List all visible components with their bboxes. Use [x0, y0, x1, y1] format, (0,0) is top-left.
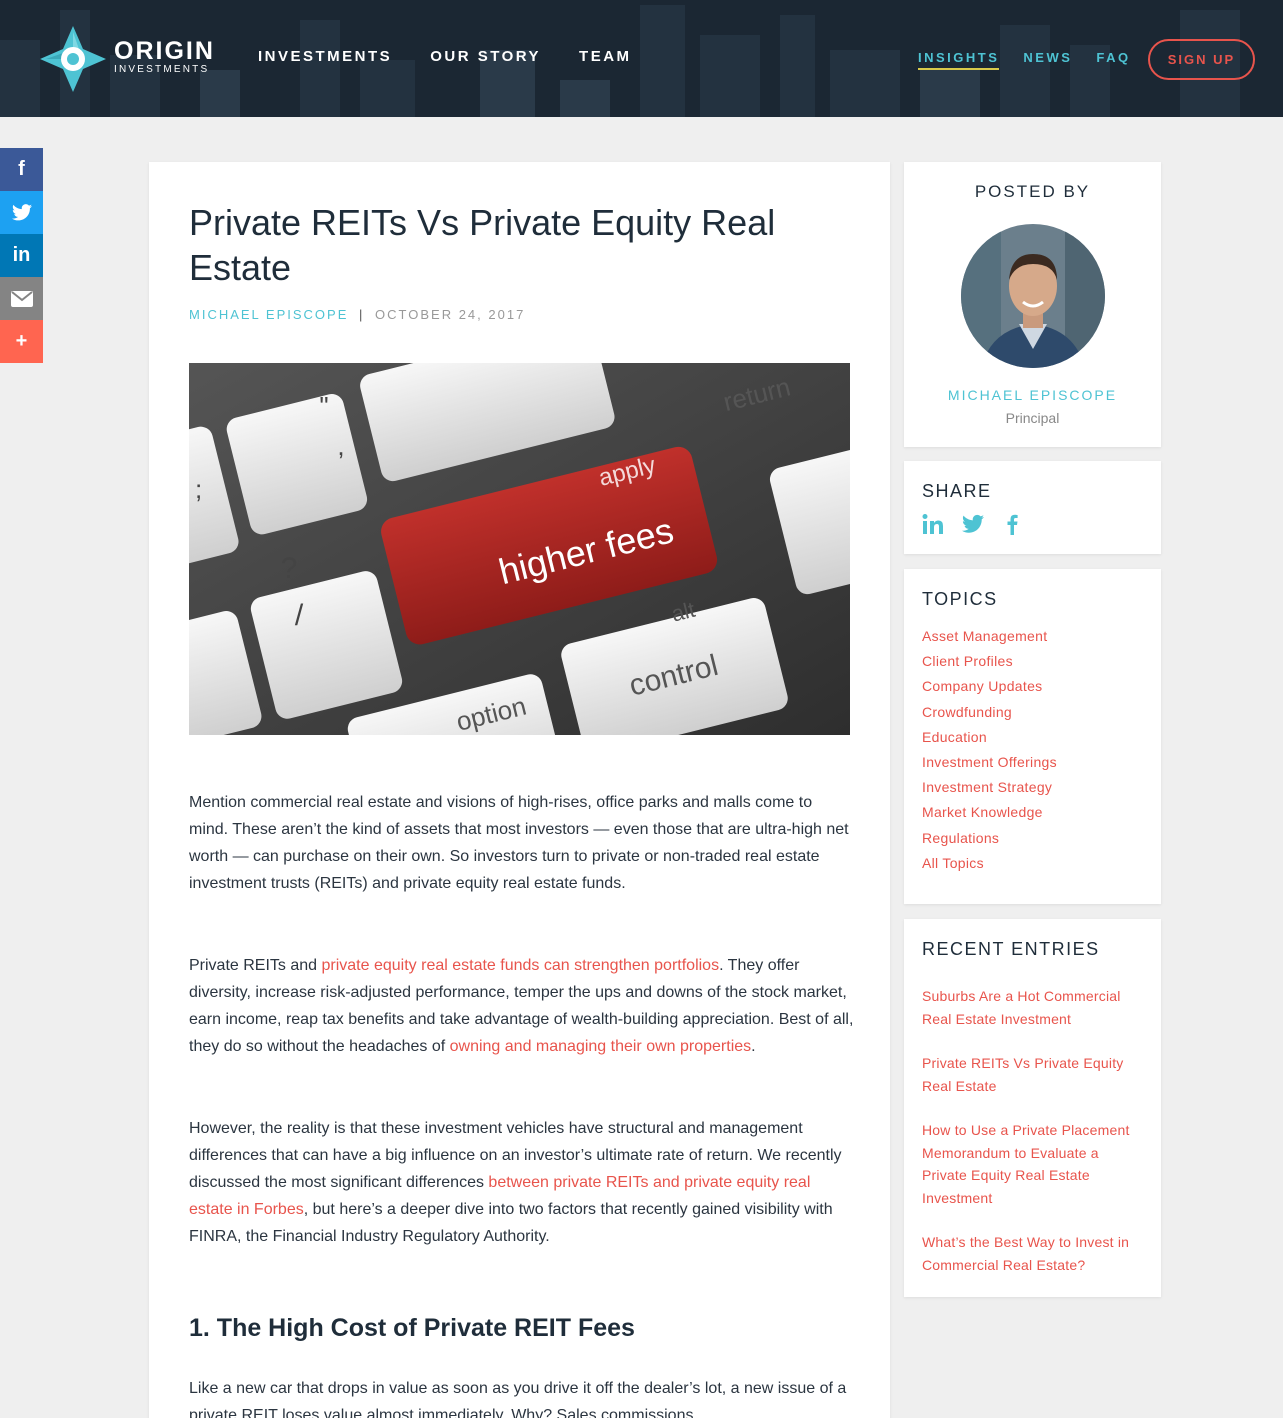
recent-entries-heading: RECENT ENTRIES — [922, 939, 1100, 959]
author-name-link[interactable]: MICHAEL EPISCOPE — [904, 387, 1161, 403]
primary-nav: INVESTMENTS OUR STORY TEAM — [258, 48, 632, 65]
author-role: Principal — [1005, 410, 1060, 426]
paragraph-text: . — [751, 1038, 756, 1055]
byline-author-link[interactable]: MICHAEL EPISCOPE — [189, 307, 348, 322]
nav-insights[interactable]: INSIGHTS — [918, 50, 1000, 70]
more-share-button[interactable]: + — [0, 320, 43, 363]
brand-wordmark: ORIGIN INVESTMENTS — [114, 38, 215, 76]
nav-news[interactable]: NEWS — [1023, 50, 1072, 70]
topic-link-all[interactable]: All Topics — [922, 851, 1057, 876]
key-slash-label: / — [295, 599, 304, 632]
linkedin-share-button[interactable]: in — [0, 234, 43, 277]
social-share-bar: f in + — [0, 148, 43, 363]
facebook-icon[interactable] — [1002, 513, 1024, 535]
email-share-button[interactable] — [0, 277, 43, 320]
email-icon — [10, 290, 33, 307]
twitter-icon[interactable] — [962, 513, 984, 535]
brand-name: ORIGIN — [114, 37, 215, 65]
linkedin-icon: in — [12, 244, 31, 266]
posted-by-heading: POSTED BY — [974, 182, 1091, 201]
key-question-label: ? — [281, 552, 298, 585]
topic-link[interactable]: Investment Strategy — [922, 775, 1057, 800]
nav-faq[interactable]: FAQ — [1096, 50, 1130, 70]
topics-heading: TOPICS — [922, 589, 998, 609]
secondary-nav: INSIGHTS NEWS FAQ — [918, 50, 1131, 70]
topic-link[interactable]: Client Profiles — [922, 649, 1057, 674]
topic-list: Asset Management Client Profiles Company… — [922, 624, 1057, 876]
recent-entry-link[interactable]: Private REITs Vs Private Equity Real Est… — [922, 1052, 1147, 1097]
facebook-share-button[interactable]: f — [0, 148, 43, 191]
brand-subtitle: INVESTMENTS — [114, 64, 210, 75]
recent-entry-link[interactable]: Suburbs Are a Hot Commercial Real Estate… — [922, 985, 1147, 1030]
key-semicolon-label: ; — [195, 474, 202, 504]
topic-link[interactable]: Crowdfunding — [922, 700, 1057, 725]
topic-link[interactable]: Market Knowledge — [922, 800, 1057, 825]
topic-link[interactable]: Regulations — [922, 826, 1057, 851]
link-owning-managing-properties[interactable]: owning and managing their own properties — [450, 1038, 752, 1055]
topic-link[interactable]: Asset Management — [922, 624, 1057, 649]
byline-date: OCTOBER 24, 2017 — [375, 307, 526, 322]
article-hero-image: return apply higher fees alt control ? /… — [189, 363, 850, 735]
article-paragraph-3: However, the reality is that these inves… — [189, 1115, 854, 1250]
topic-link[interactable]: Investment Offerings — [922, 750, 1057, 775]
nav-investments[interactable]: INVESTMENTS — [258, 48, 392, 65]
key-quote-label: " — [319, 391, 328, 421]
recent-entry-link[interactable]: How to Use a Private Placement Memorandu… — [922, 1119, 1147, 1209]
twitter-icon — [11, 204, 32, 221]
article-card: Private REITs Vs Private Equity Real Est… — [149, 162, 890, 1418]
nav-our-story[interactable]: OUR STORY — [430, 48, 541, 65]
share-icons — [922, 513, 1024, 535]
posted-by-card: POSTED BY MICHAEL EPISCOPE Principal — [904, 162, 1161, 447]
nav-team[interactable]: TEAM — [579, 48, 632, 65]
byline-separator: | — [359, 307, 365, 322]
plus-icon: + — [15, 330, 28, 352]
article-paragraph-2: Private REITs and private equity real es… — [189, 952, 854, 1060]
article-title: Private REITs Vs Private Equity Real Est… — [189, 202, 776, 288]
recent-entries-card: RECENT ENTRIES Suburbs Are a Hot Commerc… — [904, 919, 1161, 1297]
topics-card: TOPICS Asset Management Client Profiles … — [904, 569, 1161, 904]
keyboard-illustration: return apply higher fees alt control ? /… — [189, 363, 850, 735]
article-byline: MICHAEL EPISCOPE | OCTOBER 24, 2017 — [189, 307, 525, 322]
recent-entries-list: Suburbs Are a Hot Commercial Real Estate… — [922, 985, 1147, 1298]
link-private-equity-funds[interactable]: private equity real estate funds can str… — [322, 957, 720, 974]
sign-up-button[interactable]: SIGN UP — [1148, 39, 1255, 80]
section-heading: 1. The High Cost of Private REIT Fees — [189, 1314, 635, 1342]
paragraph-text: Private REITs and — [189, 957, 322, 974]
twitter-share-button[interactable] — [0, 191, 43, 234]
topic-link[interactable]: Education — [922, 725, 1057, 750]
author-avatar[interactable] — [961, 224, 1105, 368]
site-header: ORIGIN INVESTMENTS INVESTMENTS OUR STORY… — [0, 0, 1283, 117]
share-heading: SHARE — [922, 481, 992, 501]
linkedin-icon[interactable] — [922, 513, 944, 535]
key-comma-label: , — [337, 431, 344, 461]
share-card: SHARE — [904, 461, 1161, 554]
topic-link[interactable]: Company Updates — [922, 674, 1057, 699]
author-photo — [961, 224, 1105, 368]
article-paragraph-1: Mention commercial real estate and visio… — [189, 794, 849, 892]
article-paragraph-4: Like a new car that drops in value as so… — [189, 1380, 847, 1418]
recent-entry-link[interactable]: What’s the Best Way to Invest in Commerc… — [922, 1231, 1147, 1276]
facebook-icon: f — [18, 158, 25, 180]
brand-logo[interactable]: ORIGIN INVESTMENTS — [40, 26, 220, 94]
origin-compass-icon — [40, 26, 106, 92]
